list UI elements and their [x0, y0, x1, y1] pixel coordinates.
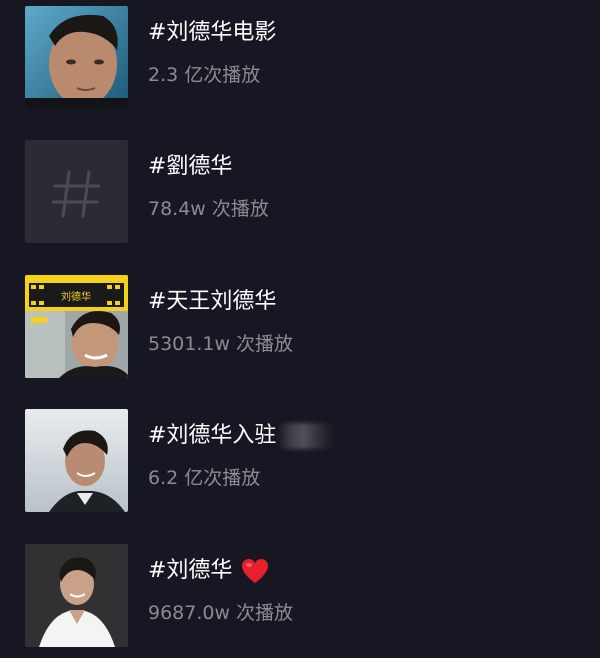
topic-row[interactable]: #刘德华电影 2.3 亿次播放	[0, 6, 600, 110]
topic-title[interactable]: #天王刘德华	[148, 288, 276, 316]
topic-title[interactable]: #刘德华入驻	[148, 422, 335, 450]
poster-thumb-icon: 刘德华	[25, 275, 128, 378]
play-count: 9687.0w 次播放	[148, 602, 294, 624]
portrait-thumb-icon	[25, 544, 128, 647]
topic-thumbnail[interactable]	[25, 409, 128, 512]
topic-thumbnail[interactable]	[25, 544, 128, 647]
topic-title[interactable]: #刘德华电影	[148, 19, 276, 47]
topic-title-text: #天王刘德华	[148, 289, 277, 314]
topic-title-text: #刘德华	[148, 558, 233, 583]
topic-thumbnail[interactable]	[25, 140, 128, 243]
play-count: 2.3 亿次播放	[148, 64, 261, 86]
play-count: 78.4w 次播放	[148, 198, 269, 220]
topic-row[interactable]: #劉德华 78.4w 次播放	[0, 140, 600, 244]
heart-icon	[242, 559, 269, 583]
play-count: 6.2 亿次播放	[148, 467, 261, 489]
topic-list: #刘德华电影 2.3 亿次播放 #劉德华 78.4w 次播放 刘德华 #天王刘德…	[0, 0, 600, 658]
topic-thumbnail[interactable]: 刘德华	[25, 275, 128, 378]
portrait-thumb-icon	[25, 6, 128, 109]
topic-title-text: #刘德华电影	[148, 20, 277, 45]
hashtag-placeholder-icon	[25, 140, 128, 243]
topic-title-text: #刘德华入驻	[148, 423, 277, 448]
portrait-thumb-icon	[25, 409, 128, 512]
topic-thumbnail[interactable]	[25, 6, 128, 109]
redacted-text	[278, 423, 335, 449]
topic-title-text: #劉德华	[148, 154, 233, 179]
play-count: 5301.1w 次播放	[148, 333, 294, 355]
topic-row[interactable]: #刘德华入驻 6.2 亿次播放	[0, 409, 600, 513]
topic-title[interactable]: #劉德华	[148, 153, 232, 181]
topic-title[interactable]: #刘德华	[148, 557, 270, 585]
topic-row[interactable]: 刘德华 #天王刘德华 5301.1w 次播放	[0, 275, 600, 379]
poster-caption: 刘德华	[61, 290, 91, 303]
topic-row[interactable]: #刘德华 9687.0w 次播放	[0, 544, 600, 648]
